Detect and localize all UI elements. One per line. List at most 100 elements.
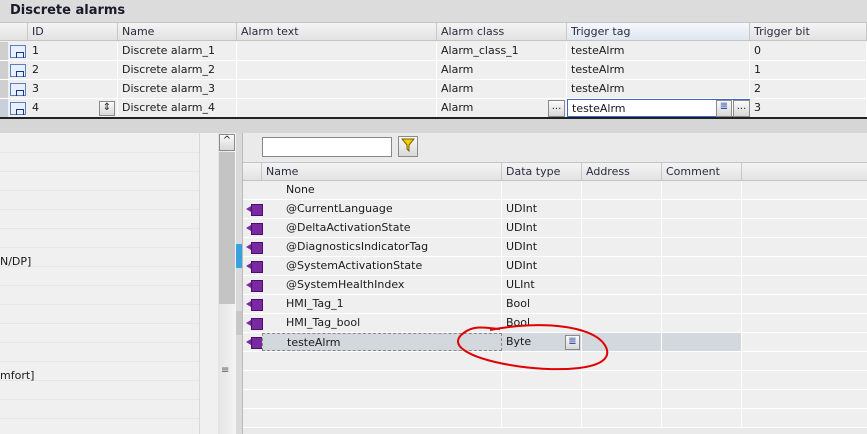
alarm-row[interactable]: 3 Discrete alarm_3 Alarm testeAlrm 2 <box>0 80 867 99</box>
trigger-tag-ellipsis-button[interactable]: ... <box>733 100 750 117</box>
alarm-table-header: ID Name Alarm text Alarm class Trigger t… <box>0 22 867 41</box>
trigger-tag[interactable]: testeAlrm <box>567 80 750 98</box>
alarm-id[interactable]: 2 <box>28 61 118 79</box>
tag-name[interactable]: None <box>262 181 502 199</box>
col-alarm-class[interactable]: Alarm class <box>437 23 567 40</box>
tag-data-type <box>502 181 582 199</box>
pane-splitter[interactable] <box>236 133 243 434</box>
tag-data-type: UDInt <box>502 219 582 237</box>
filter-button[interactable] <box>398 136 418 157</box>
collapse-left-icon[interactable] <box>236 244 242 268</box>
row-handle[interactable] <box>0 42 8 60</box>
tag-row[interactable]: None <box>243 181 867 200</box>
col-address[interactable]: Address <box>582 163 662 180</box>
col-tag-name[interactable]: Name <box>262 163 502 180</box>
tag-comment <box>662 200 742 218</box>
col-alarm-text[interactable]: Alarm text <box>237 23 437 40</box>
header-handle <box>0 23 28 40</box>
tag-table-body: None @CurrentLanguage UDInt @DeltaActiva… <box>243 181 867 434</box>
expand-right-icon[interactable] <box>236 311 242 335</box>
tag-name[interactable]: HMI_Tag_1 <box>262 295 502 313</box>
tag-data-type <box>502 409 582 427</box>
editor-title: Discrete alarms <box>0 0 867 22</box>
tag-data-type: UDInt <box>502 238 582 256</box>
grid-line <box>0 361 200 362</box>
tag-icon <box>246 242 263 254</box>
col-data-type[interactable]: Data type <box>502 163 582 180</box>
alarm-name[interactable]: Discrete alarm_2 <box>118 61 237 79</box>
tag-row[interactable]: @DiagnosticsIndicatorTag UDInt <box>243 238 867 257</box>
grid-line <box>0 285 200 286</box>
column-divider <box>199 133 200 434</box>
tag-name <box>262 390 502 408</box>
trigger-bit[interactable]: 0 <box>750 42 867 60</box>
row-handle[interactable] <box>0 80 8 98</box>
grid-line <box>0 228 200 229</box>
trigger-bit[interactable]: 3 <box>750 99 867 117</box>
alarm-name[interactable]: Discrete alarm_4 <box>118 99 237 117</box>
tag-address <box>582 200 662 218</box>
col-comment[interactable]: Comment <box>662 163 742 180</box>
alarm-class[interactable]: Alarm_class_1 <box>437 42 567 60</box>
tag-name[interactable]: @SystemActivationState <box>262 257 502 275</box>
tag-row[interactable]: @SystemHealthIndex ULInt <box>243 276 867 295</box>
alarm-id[interactable]: 3 <box>28 80 118 98</box>
tag-row[interactable]: @CurrentLanguage UDInt <box>243 200 867 219</box>
alarm-row[interactable]: 2 Discrete alarm_2 Alarm testeAlrm 1 <box>0 61 867 80</box>
row-handle[interactable] <box>0 61 8 79</box>
alarm-text[interactable] <box>237 61 437 79</box>
tag-name <box>262 409 502 427</box>
list-icon[interactable]: ≣ <box>716 100 732 117</box>
tag-name[interactable]: @SystemHealthIndex <box>262 276 502 294</box>
tag-name[interactable]: @DiagnosticsIndicatorTag <box>262 238 502 256</box>
tag-name[interactable]: @DeltaActivationState <box>262 219 502 237</box>
tag-icon <box>246 318 263 330</box>
alarm-row[interactable]: 1 Discrete alarm_1 Alarm_class_1 testeAl… <box>0 42 867 61</box>
tag-data-type <box>502 390 582 408</box>
trigger-tag[interactable]: testeAlrm <box>567 61 750 79</box>
row-handle[interactable] <box>0 99 8 117</box>
alarm-name[interactable]: Discrete alarm_1 <box>118 42 237 60</box>
alarm-id[interactable]: 1 <box>28 42 118 60</box>
grid-line <box>0 171 200 172</box>
discrete-alarm-icon <box>10 45 26 58</box>
tag-icon <box>246 337 263 349</box>
col-trigger-bit[interactable]: Trigger bit <box>750 23 867 40</box>
filter-input[interactable] <box>262 137 392 157</box>
alarm-text[interactable] <box>237 99 437 117</box>
grid-line <box>0 323 200 324</box>
alarm-text[interactable] <box>237 42 437 60</box>
alarm-name[interactable]: Discrete alarm_3 <box>118 80 237 98</box>
left-item-fragment[interactable]: mfort] <box>0 369 34 382</box>
tag-icon <box>246 280 263 292</box>
vertical-scrollbar[interactable]: ^ ≡ <box>218 133 236 434</box>
alarm-row[interactable]: 4 Discrete alarm_4 Alarm testeAlrm 3 ⇕ ..… <box>0 99 867 118</box>
left-item-fragment[interactable]: N/DP] <box>0 255 31 268</box>
discrete-alarm-icon <box>10 102 26 115</box>
col-id[interactable]: ID <box>28 23 118 40</box>
tag-row[interactable]: HMI_Tag_1 Bool <box>243 295 867 314</box>
grip-icon: ≡ <box>221 365 230 376</box>
tag-name[interactable]: @CurrentLanguage <box>262 200 502 218</box>
trigger-bit[interactable]: 1 <box>750 61 867 79</box>
tag-address <box>582 409 662 427</box>
tag-icon <box>246 261 263 273</box>
empty-row <box>243 409 867 428</box>
tag-comment <box>662 181 742 199</box>
alarm-text[interactable] <box>237 80 437 98</box>
tag-row[interactable]: @DeltaActivationState UDInt <box>243 219 867 238</box>
col-name[interactable]: Name <box>118 23 237 40</box>
alarm-class[interactable]: Alarm <box>437 61 567 79</box>
grid-line <box>0 152 200 153</box>
scroll-thumb[interactable] <box>219 152 235 304</box>
scroll-up-button[interactable]: ^ <box>219 134 235 151</box>
tag-row[interactable]: @SystemActivationState UDInt <box>243 257 867 276</box>
col-trigger-tag[interactable]: Trigger tag <box>567 23 750 40</box>
alarm-class-ellipsis-button[interactable]: ... <box>548 100 565 117</box>
trigger-bit[interactable]: 2 <box>750 80 867 98</box>
alarm-class[interactable]: Alarm <box>437 80 567 98</box>
id-spinner[interactable]: ⇕ <box>99 101 115 116</box>
trigger-tag[interactable]: testeAlrm <box>567 42 750 60</box>
splitter-bar[interactable] <box>0 119 867 133</box>
funnel-icon <box>400 138 416 153</box>
